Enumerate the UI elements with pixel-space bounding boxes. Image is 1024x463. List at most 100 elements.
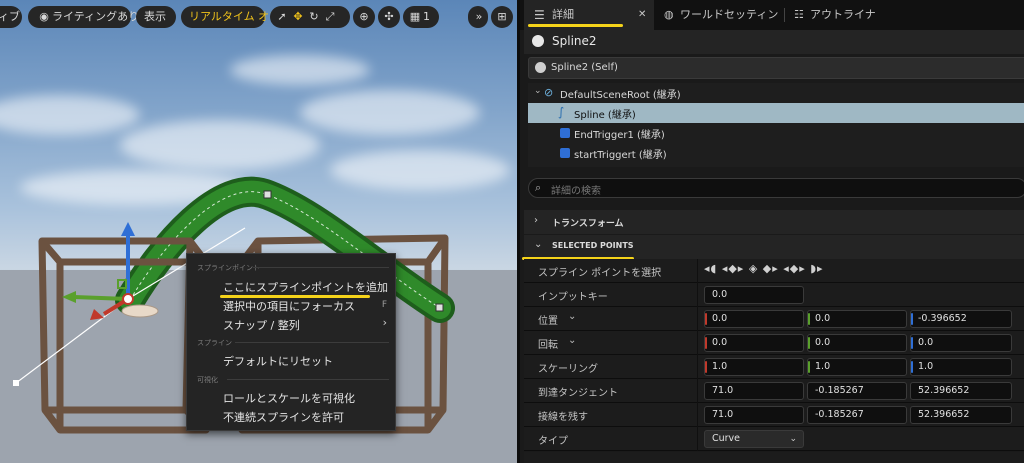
section-selected-points-label: SELECTED POINTS bbox=[552, 241, 634, 250]
chevron-down-icon[interactable]: ⌄ bbox=[534, 86, 542, 96]
menu-item-snap-align[interactable]: スナップ / 整列 bbox=[223, 317, 300, 333]
world-local-toggle[interactable]: ⊕ bbox=[353, 6, 375, 28]
actor-name: Spline2 bbox=[552, 34, 597, 48]
rotation-x-field[interactable]: 0.0 bbox=[704, 334, 804, 352]
globe-icon: ⊕ bbox=[359, 10, 369, 23]
leave-tangent-y-field[interactable]: -0.185267 bbox=[807, 406, 907, 424]
view-mode-label: ィブ bbox=[0, 10, 20, 23]
menu-item-allow-discontinuous[interactable]: 不連続スプラインを許可 bbox=[223, 409, 344, 425]
self-component-row[interactable]: Spline2 (Self) bbox=[528, 57, 1024, 79]
component-tree: ⌄ ⊘ DefaultSceneRoot (継承) ∫ Spline (継承) … bbox=[528, 83, 1024, 167]
arrive-tangent-z-field[interactable]: 52.396652 bbox=[910, 382, 1012, 400]
type-value: Curve bbox=[712, 433, 741, 444]
row-label: 回転 bbox=[538, 340, 558, 351]
rotation-x-value: 0.0 bbox=[712, 337, 728, 348]
scale-x-field[interactable]: 1.0 bbox=[704, 358, 804, 376]
show-menu-button[interactable]: 表示 bbox=[136, 6, 176, 28]
box-collision-icon bbox=[560, 128, 570, 138]
tree-item-end-trigger[interactable]: EndTrigger1 (継承) bbox=[528, 123, 1024, 143]
more-options-button[interactable]: » bbox=[468, 6, 488, 28]
row-label: タイプ bbox=[538, 436, 568, 447]
tree-item-default-scene-root[interactable]: ⌄ ⊘ DefaultSceneRoot (継承) bbox=[528, 83, 1024, 103]
location-x-field[interactable]: 0.0 bbox=[704, 310, 804, 328]
realtime-label: リアルタイム オフ bbox=[189, 10, 281, 23]
rotation-y-field[interactable]: 0.0 bbox=[807, 334, 907, 352]
grid-snap-value: 1 bbox=[423, 10, 430, 23]
scale-z-field[interactable]: 1.0 bbox=[910, 358, 1012, 376]
rotate-icon[interactable]: ↻ bbox=[306, 6, 322, 28]
row-label: 位置 bbox=[538, 316, 558, 327]
row-label: スプライン ポイントを選択 bbox=[538, 268, 662, 279]
section-selected-points[interactable]: ⌄ SELECTED POINTS bbox=[524, 235, 1024, 259]
details-search-input[interactable]: ⌕ 詳細の検索 bbox=[528, 178, 1024, 198]
realtime-toggle-button[interactable]: リアルタイム オフ bbox=[181, 6, 280, 28]
tab-outliner[interactable]: ☷ アウトライナ bbox=[790, 0, 890, 30]
type-dropdown[interactable]: Curve ⌄ bbox=[704, 430, 804, 448]
select-arrow-icon[interactable]: ➚ bbox=[274, 6, 290, 28]
viewport-layout-button[interactable]: ⊞ bbox=[491, 6, 513, 28]
row-scale: スケーリング 1.0 1.0 1.0 bbox=[524, 355, 1024, 379]
menu-item-focus-selected[interactable]: 選択中の項目にフォーカス bbox=[223, 298, 355, 314]
section-transform-label: トランスフォーム bbox=[552, 219, 624, 229]
tab-world-settings[interactable]: ◍ ワールドセッティン bbox=[660, 0, 780, 30]
arrive-tangent-y-field[interactable]: -0.185267 bbox=[807, 382, 907, 400]
menu-item-visualize-roll-scale[interactable]: ロールとスケールを可視化 bbox=[223, 390, 355, 406]
divider bbox=[235, 342, 389, 343]
row-location: 位置 ⌄ 0.0 0.0 -0.396652 bbox=[524, 307, 1024, 331]
row-arrive-tangent: 到達タンジェント 71.0 -0.185267 52.396652 bbox=[524, 379, 1024, 403]
search-icon: ⌕ bbox=[535, 181, 542, 194]
section-transform[interactable]: › トランスフォーム bbox=[524, 210, 1024, 234]
self-label: Spline2 (Self) bbox=[551, 62, 618, 73]
axis-y-marker bbox=[808, 337, 810, 349]
view-mode-button[interactable]: ィブ bbox=[0, 6, 22, 28]
row-input-key: インプットキー 0.0 bbox=[524, 283, 1024, 307]
rotation-z-field[interactable]: 0.0 bbox=[910, 334, 1012, 352]
lighting-label: ライティングあり bbox=[52, 10, 140, 23]
layout-grid-icon: ⊞ bbox=[497, 10, 507, 23]
scene-root-icon: ⊘ bbox=[544, 86, 554, 99]
lighting-mode-button[interactable]: ◉ ライティングあり bbox=[28, 6, 139, 28]
outliner-icon: ☷ bbox=[794, 8, 804, 21]
menu-item-add-spline-point[interactable]: ここにスプラインポイントを追加 bbox=[223, 279, 388, 295]
chevron-down-icon[interactable]: ⌄ bbox=[568, 335, 576, 346]
column-divider bbox=[697, 403, 698, 427]
tree-item-spline[interactable]: ∫ Spline (継承) bbox=[528, 103, 1024, 123]
chevron-down-icon[interactable]: ⌄ bbox=[568, 311, 576, 322]
row-label: 到達タンジェント bbox=[538, 388, 618, 399]
menu-item-reset-default[interactable]: デフォルトにリセット bbox=[223, 353, 333, 369]
close-icon[interactable]: ✕ bbox=[638, 0, 646, 30]
divider bbox=[227, 379, 389, 380]
location-z-field[interactable]: -0.396652 bbox=[910, 310, 1012, 328]
panel-tab-bar: ☰ 詳細 ✕ ◍ ワールドセッティン ☷ アウトライナ bbox=[520, 0, 1024, 30]
section-header-visualize: 可視化 bbox=[197, 376, 218, 384]
actor-icon bbox=[535, 62, 546, 73]
scale-y-field[interactable]: 1.0 bbox=[807, 358, 907, 376]
chevron-down-icon: ⌄ bbox=[789, 434, 797, 444]
actor-icon bbox=[532, 35, 544, 47]
axis-z-marker bbox=[911, 313, 913, 325]
tree-item-label: startTriggert (継承) bbox=[574, 150, 667, 161]
column-divider bbox=[697, 355, 698, 379]
move-icon[interactable]: ✥ bbox=[290, 6, 306, 28]
input-key-field[interactable]: 0.0 bbox=[704, 286, 804, 304]
point-selection-buttons[interactable]: ◂◖ ◂◆▸ ◈ ◆▸ ◂◆▸ ◗▸ bbox=[704, 262, 824, 275]
section-header-spline: スプライン bbox=[197, 339, 232, 347]
scale-x-value: 1.0 bbox=[712, 361, 728, 372]
leave-tangent-x-field[interactable]: 71.0 bbox=[704, 406, 804, 424]
row-label: 接線を残す bbox=[538, 412, 588, 423]
surface-snap-toggle[interactable]: ✣ bbox=[378, 6, 400, 28]
level-viewport[interactable]: ィブ ◉ ライティングあり 表示 リアルタイム オフ ➚ ✥ ↻ ⤢ ⊕ ✣ ▦ 1 » … bbox=[0, 0, 517, 463]
arrive-tangent-x-field[interactable]: 71.0 bbox=[704, 382, 804, 400]
location-y-value: 0.0 bbox=[815, 313, 831, 324]
location-y-field[interactable]: 0.0 bbox=[807, 310, 907, 328]
transform-tools: ➚ ✥ ↻ ⤢ bbox=[270, 6, 350, 28]
axis-x-marker bbox=[705, 361, 707, 373]
snap-icon: ✣ bbox=[384, 10, 394, 23]
grid-snap-button[interactable]: ▦ 1 bbox=[403, 6, 439, 28]
tree-item-start-trigger[interactable]: startTriggert (継承) bbox=[528, 143, 1024, 163]
search-placeholder: 詳細の検索 bbox=[551, 186, 601, 197]
row-type: タイプ Curve ⌄ bbox=[524, 427, 1024, 451]
leave-tangent-z-field[interactable]: 52.396652 bbox=[910, 406, 1012, 424]
scale-icon[interactable]: ⤢ bbox=[322, 6, 338, 28]
divider bbox=[253, 267, 389, 268]
